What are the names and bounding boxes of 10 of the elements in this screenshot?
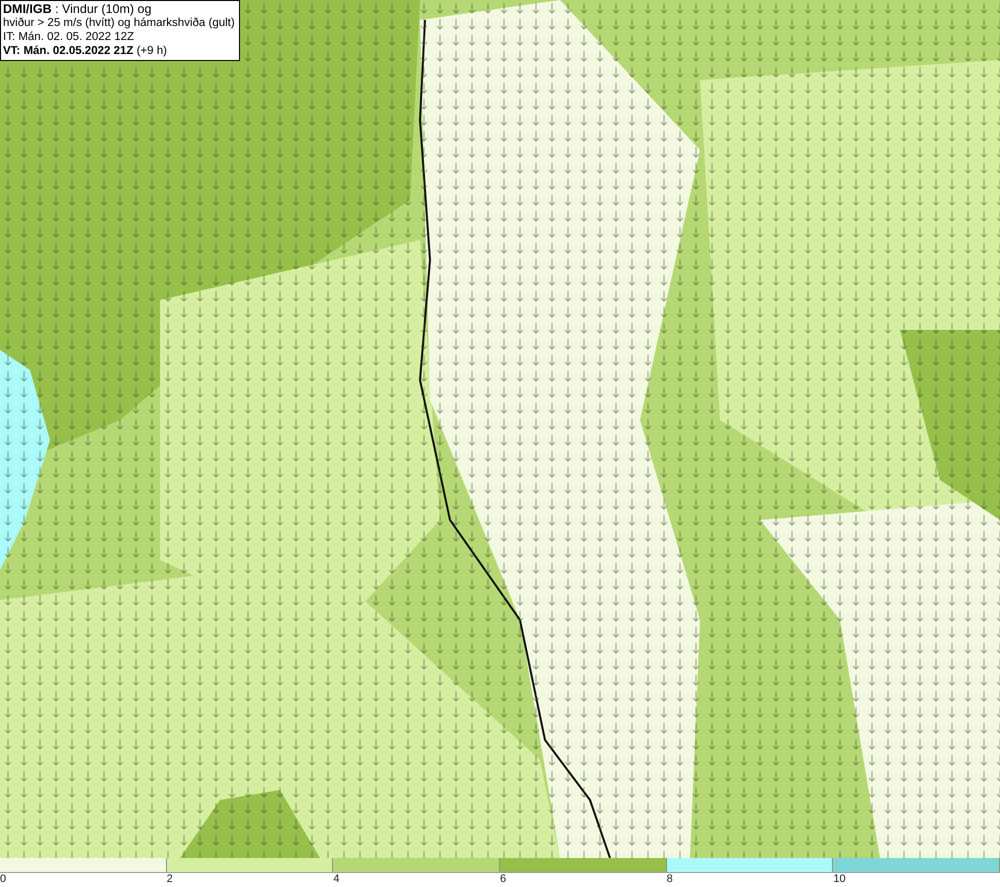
title-line: DMI/IGB : Vindur (10m) og: [3, 2, 152, 16]
legend-tick-label: 10: [833, 873, 846, 885]
legend-tick-label: 2: [166, 873, 173, 885]
title-line: IT: Mán. 02. 05. 2022 12Z: [3, 30, 136, 44]
legend-tick-label: 8: [666, 873, 673, 885]
title-line: VT: Mán. 02.05.2022 21Z (+9 h): [3, 44, 168, 58]
title-line: hviður > 25 m/s (hvítt) og hámarkshviða (gult): [3, 16, 235, 30]
legend-tick-label: 4: [333, 873, 340, 885]
legend-tick-label: 6: [500, 873, 506, 885]
legend-tick-label: 0: [0, 873, 6, 885]
